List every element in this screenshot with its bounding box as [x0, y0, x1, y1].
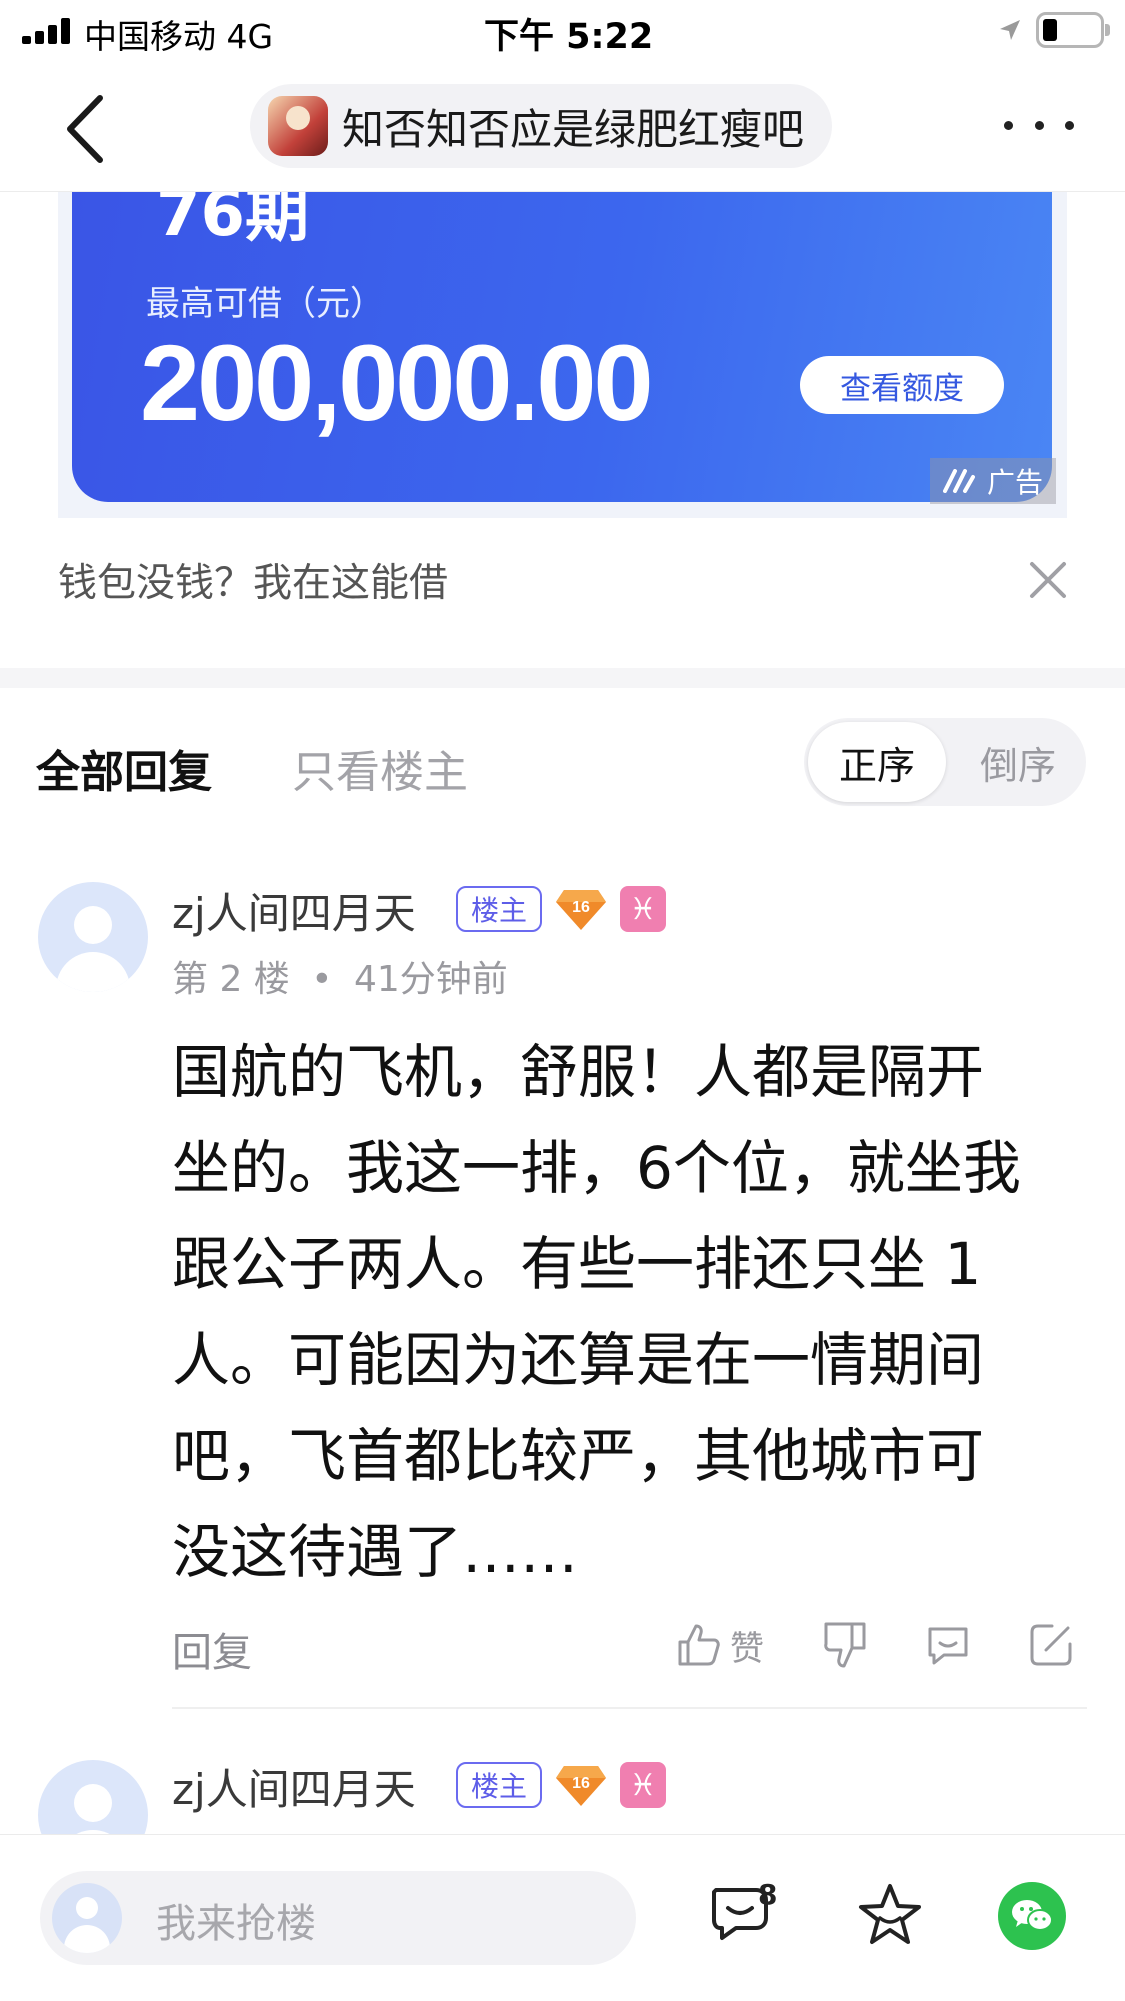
location-arrow-icon: [1000, 20, 1020, 40]
avatar[interactable]: [38, 882, 148, 992]
thumbs-down-icon[interactable]: [822, 1620, 868, 1670]
status-bar: 中国移动 4G 下午 5:22: [0, 0, 1125, 64]
ad-max-label: 最高可借（元）: [146, 284, 384, 324]
wechat-share-button[interactable]: [998, 1882, 1066, 1950]
post-line: 跟公子两人。有些一排还只坐 1: [172, 1230, 982, 1298]
post-time: 41分钟前: [353, 959, 508, 1000]
thumbs-up-icon: [678, 1624, 720, 1666]
carrier-label: 中国移动 4G: [84, 17, 274, 56]
comment-count-badge: 8: [758, 1878, 778, 1911]
sort-toggle: 正序 倒序: [804, 718, 1086, 806]
reply-input[interactable]: 我来抢楼: [40, 1871, 636, 1965]
level-badge-icon: 16: [556, 1766, 606, 1806]
ad-badge-label: 广告: [986, 466, 1043, 499]
reply-placeholder: 我来抢楼: [156, 1901, 316, 1947]
like-button[interactable]: 赞: [676, 1620, 764, 1670]
like-label: 赞: [730, 1628, 764, 1669]
status-time: 下午 5:22: [484, 17, 654, 57]
post-line: 没这待遇了……: [172, 1518, 579, 1586]
bottom-bar: 我来抢楼: [0, 1834, 1125, 2001]
sort-ascending-button[interactable]: 正序: [808, 722, 946, 802]
forum-name: 知否知否应是绿肥红瘦吧: [342, 104, 805, 154]
sort-descending-button[interactable]: 倒序: [954, 722, 1082, 802]
post-line: 吧，飞首都比较严，其他城市可: [172, 1422, 985, 1490]
section-divider: [0, 668, 1125, 688]
wechat-icon: [1012, 1900, 1053, 1931]
forum-avatar: [268, 96, 328, 156]
reply-button[interactable]: 回复: [172, 1620, 252, 1678]
ad-logo-icon: [942, 469, 975, 493]
ad-amount: 200,000.00: [140, 322, 654, 443]
more-options-button[interactable]: [1004, 110, 1074, 140]
post-line: 国航的飞机，舒服！人都是隔开: [172, 1038, 985, 1106]
tab-op-only[interactable]: 只看楼主: [292, 736, 468, 800]
post-line: 坐的。我这一排，6个位，就坐我: [172, 1134, 1021, 1202]
ad-card[interactable]: 76期 最高可借（元） 200,000.00 查看额度: [72, 192, 1052, 502]
level-badge-icon: 16: [556, 890, 606, 930]
comment-bubble-icon[interactable]: [924, 1620, 972, 1670]
nav-bar: 知否知否应是绿肥红瘦吧: [0, 64, 1125, 192]
forum-title-pill[interactable]: 知否知否应是绿肥红瘦吧: [250, 84, 833, 168]
level-number: 16: [572, 899, 590, 916]
floor-number: 第 2 楼: [172, 959, 290, 1000]
level-number: 16: [572, 1775, 590, 1792]
ad-cta-button[interactable]: 查看额度: [800, 356, 1004, 414]
zodiac-pisces-badge: ♓: [620, 886, 666, 932]
post-content: 国航的飞机，舒服！人都是隔开 坐的。我这一排，6个位，就坐我 跟公子两人。有些一…: [172, 1024, 1084, 1600]
post-line: 人。可能因为还算是在一情期间: [172, 1326, 985, 1394]
battery-level: [1043, 19, 1057, 41]
my-avatar: [52, 1883, 122, 1953]
ad-caption: 钱包没钱？我在这能借: [58, 561, 449, 606]
ad-banner-frame: 76期 最高可借（元） 200,000.00 查看额度: [58, 192, 1067, 518]
back-button[interactable]: [56, 92, 116, 166]
ad-badge: 广告: [930, 458, 1056, 504]
zodiac-pisces-badge: ♓: [620, 1762, 666, 1808]
post-divider: [172, 1707, 1087, 1709]
username[interactable]: zj人间四月天: [172, 1756, 416, 1817]
username[interactable]: zj人间四月天: [172, 880, 416, 941]
battery-icon: [1036, 12, 1110, 48]
more-dots-icon: [1004, 120, 1013, 130]
post-meta: 第 2 楼 • 41分钟前: [172, 959, 508, 1000]
star-icon[interactable]: [856, 1882, 924, 1948]
op-badge: 楼主: [456, 1762, 542, 1808]
share-edit-icon[interactable]: [1028, 1620, 1074, 1670]
close-icon[interactable]: [1026, 558, 1070, 602]
op-badge: 楼主: [456, 886, 542, 932]
tab-all-replies[interactable]: 全部回复: [36, 736, 212, 800]
ad-term-fragment: 76期: [156, 192, 310, 251]
signal-strength-icon: [22, 18, 72, 44]
